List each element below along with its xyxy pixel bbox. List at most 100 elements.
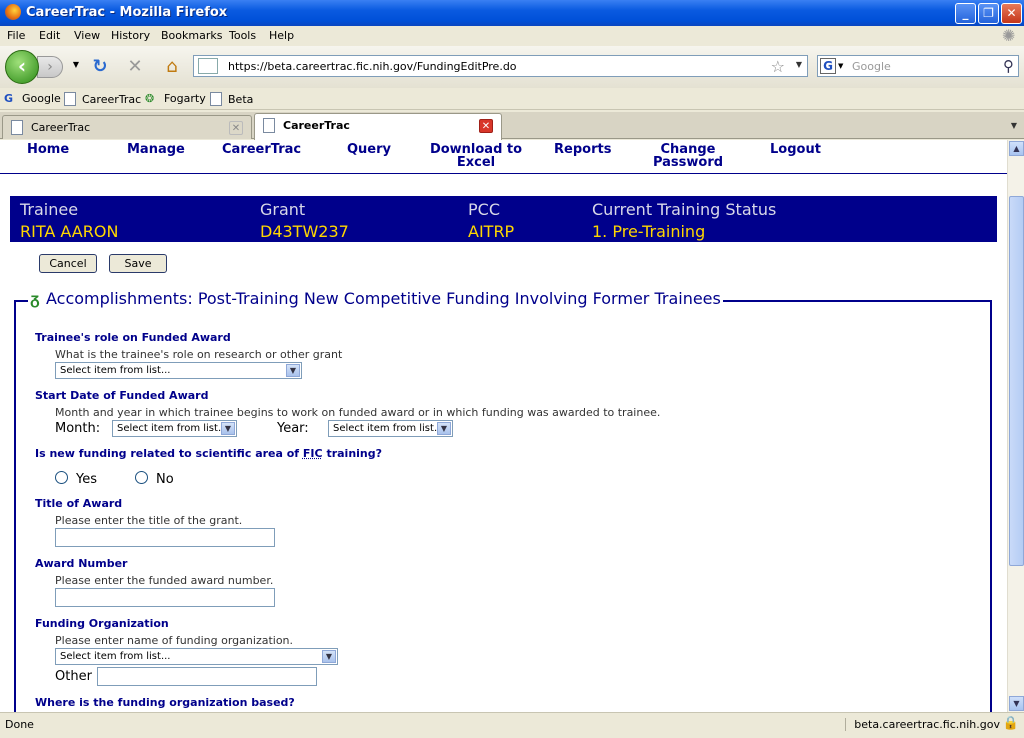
nav-change-password[interactable]: Change Password	[650, 143, 726, 169]
menu-view[interactable]: View	[74, 29, 100, 42]
section-title-text: Accomplishments: Post-Training New Compe…	[46, 289, 721, 308]
menu-history[interactable]: History	[111, 29, 150, 42]
year-select-value: Select item from list...	[333, 423, 444, 434]
award-number-input[interactable]	[55, 588, 275, 607]
search-placeholder[interactable]: Google	[852, 60, 891, 73]
history-dropdown-icon[interactable]: ▼	[64, 60, 88, 69]
role-select[interactable]: Select item from list... ▼	[55, 362, 302, 379]
search-engine-dropdown-icon[interactable]: ▼	[838, 62, 843, 70]
throbber-icon: ✺	[1002, 26, 1016, 45]
window-title: CareerTrac - Mozilla Firefox	[26, 5, 228, 20]
url-text[interactable]: https://beta.careertrac.fic.nih.gov/Fund…	[228, 60, 517, 73]
save-button[interactable]: Save	[109, 254, 167, 273]
nav-download-excel[interactable]: Download to Excel	[428, 143, 524, 169]
other-label: Other	[55, 669, 92, 684]
nav-careertrac[interactable]: CareerTrac	[222, 143, 301, 156]
nav-reports[interactable]: Reports	[554, 143, 611, 156]
role-label: Trainee's role on Funded Award	[35, 331, 231, 344]
address-bar[interactable]: https://beta.careertrac.fic.nih.gov/Fund…	[193, 55, 808, 77]
fogarty-globe-icon: ❂	[145, 92, 155, 105]
reload-icon[interactable]: ↻	[88, 56, 112, 77]
tab-close-icon[interactable]: ✕	[479, 119, 493, 133]
status-value: 1. Pre-Training	[592, 222, 706, 241]
bookmark-label: Fogarty	[164, 92, 206, 105]
pcc-label: PCC	[468, 200, 500, 219]
bookmark-google[interactable]: G Google	[4, 92, 61, 105]
status-label: Current Training Status	[592, 200, 777, 219]
scroll-down-icon[interactable]: ▼	[1009, 696, 1024, 711]
vertical-scrollbar[interactable]: ▲ ▼	[1007, 140, 1024, 712]
scroll-up-icon[interactable]: ▲	[1009, 141, 1024, 156]
bookmark-label: Google	[22, 92, 61, 105]
search-engine-icon[interactable]: G	[820, 58, 836, 74]
funding-org-select[interactable]: Select item from list... ▼	[55, 648, 338, 665]
chevron-down-icon: ▼	[221, 422, 235, 435]
start-date-label: Start Date of Funded Award	[35, 389, 209, 402]
minimize-button[interactable]: _	[955, 3, 976, 24]
bookmark-star-icon[interactable]: ☆	[771, 57, 785, 76]
chevron-down-icon: ▼	[286, 364, 300, 377]
back-button[interactable]: ‹	[5, 50, 39, 84]
page-icon	[64, 92, 76, 106]
funding-org-select-value: Select item from list...	[60, 651, 171, 662]
search-bar[interactable]: G ▼ Google ⚲	[817, 55, 1019, 77]
nav-query[interactable]: Query	[347, 143, 391, 156]
related-no-radio[interactable]	[135, 471, 148, 484]
grant-value: D43TW237	[260, 222, 349, 241]
status-bar: Done beta.careertrac.fic.nih.gov 🔒	[0, 712, 1024, 738]
lock-icon[interactable]: 🔒	[1003, 716, 1019, 731]
menu-bookmarks[interactable]: Bookmarks	[161, 29, 222, 42]
maximize-button[interactable]: ❐	[978, 3, 999, 24]
nav-logout[interactable]: Logout	[770, 143, 821, 156]
fic-abbr: FIC	[302, 447, 323, 460]
related-label-text: training?	[322, 447, 383, 460]
other-org-input[interactable]	[97, 667, 317, 686]
role-select-value: Select item from list...	[60, 365, 171, 376]
year-select[interactable]: Select item from list... ▼	[328, 420, 453, 437]
start-date-hint: Month and year in which trainee begins t…	[55, 406, 661, 419]
tab-close-icon[interactable]: ✕	[229, 121, 243, 135]
search-icon[interactable]: ⚲	[1003, 57, 1014, 75]
status-text: Done	[5, 718, 34, 731]
menu-file[interactable]: File	[7, 29, 25, 42]
menu-tools[interactable]: Tools	[229, 29, 256, 42]
site-identity-icon[interactable]	[198, 58, 218, 74]
scroll-thumb[interactable]	[1009, 196, 1024, 566]
award-title-input[interactable]	[55, 528, 275, 547]
nav-manage[interactable]: Manage	[127, 143, 185, 156]
bookmark-careertrac[interactable]: CareerTrac	[64, 92, 141, 106]
menu-bar: File Edit View History Bookmarks Tools H…	[0, 26, 1024, 46]
tab-careertrac-1[interactable]: CareerTrac ✕	[2, 115, 252, 139]
trainee-label: Trainee	[20, 200, 79, 219]
grant-label: Grant	[260, 200, 306, 219]
month-select[interactable]: Select item from list... ▼	[112, 420, 237, 437]
tab-list-dropdown-icon[interactable]: ▼	[1006, 116, 1022, 136]
nav-home[interactable]: Home	[27, 143, 69, 156]
forward-button[interactable]: ›	[37, 56, 63, 78]
yes-label: Yes	[76, 472, 97, 487]
funding-org-label: Funding Organization	[35, 617, 169, 630]
bookmark-beta[interactable]: Beta	[210, 92, 253, 106]
related-label: Is new funding related to scientific are…	[35, 447, 382, 460]
home-icon[interactable]: ⌂	[160, 56, 184, 77]
related-label-text: Is new funding related to scientific are…	[35, 447, 303, 460]
bookmark-label: Beta	[228, 93, 254, 106]
page-icon	[11, 120, 23, 135]
close-button[interactable]: ✕	[1001, 3, 1022, 24]
app-navigation: Home Manage CareerTrac Query Download to…	[0, 140, 1007, 174]
related-yes-radio[interactable]	[55, 471, 68, 484]
page-content: Home Manage CareerTrac Query Download to…	[0, 140, 1007, 712]
month-select-value: Select item from list...	[117, 423, 228, 434]
firefox-logo-icon	[5, 4, 21, 20]
cancel-button[interactable]: Cancel	[39, 254, 97, 273]
trainee-name: RITA AARON	[20, 222, 119, 241]
menu-help[interactable]: Help	[269, 29, 294, 42]
url-dropdown-icon[interactable]: ▼	[796, 60, 802, 69]
page-icon	[210, 92, 222, 106]
stop-icon[interactable]: ✕	[123, 56, 147, 77]
menu-edit[interactable]: Edit	[39, 29, 60, 42]
bookmark-label: CareerTrac	[82, 93, 142, 106]
bookmark-fogarty[interactable]: ❂ Fogarty	[145, 92, 206, 105]
page-icon	[263, 118, 275, 133]
tab-careertrac-2[interactable]: CareerTrac ✕	[254, 113, 502, 140]
